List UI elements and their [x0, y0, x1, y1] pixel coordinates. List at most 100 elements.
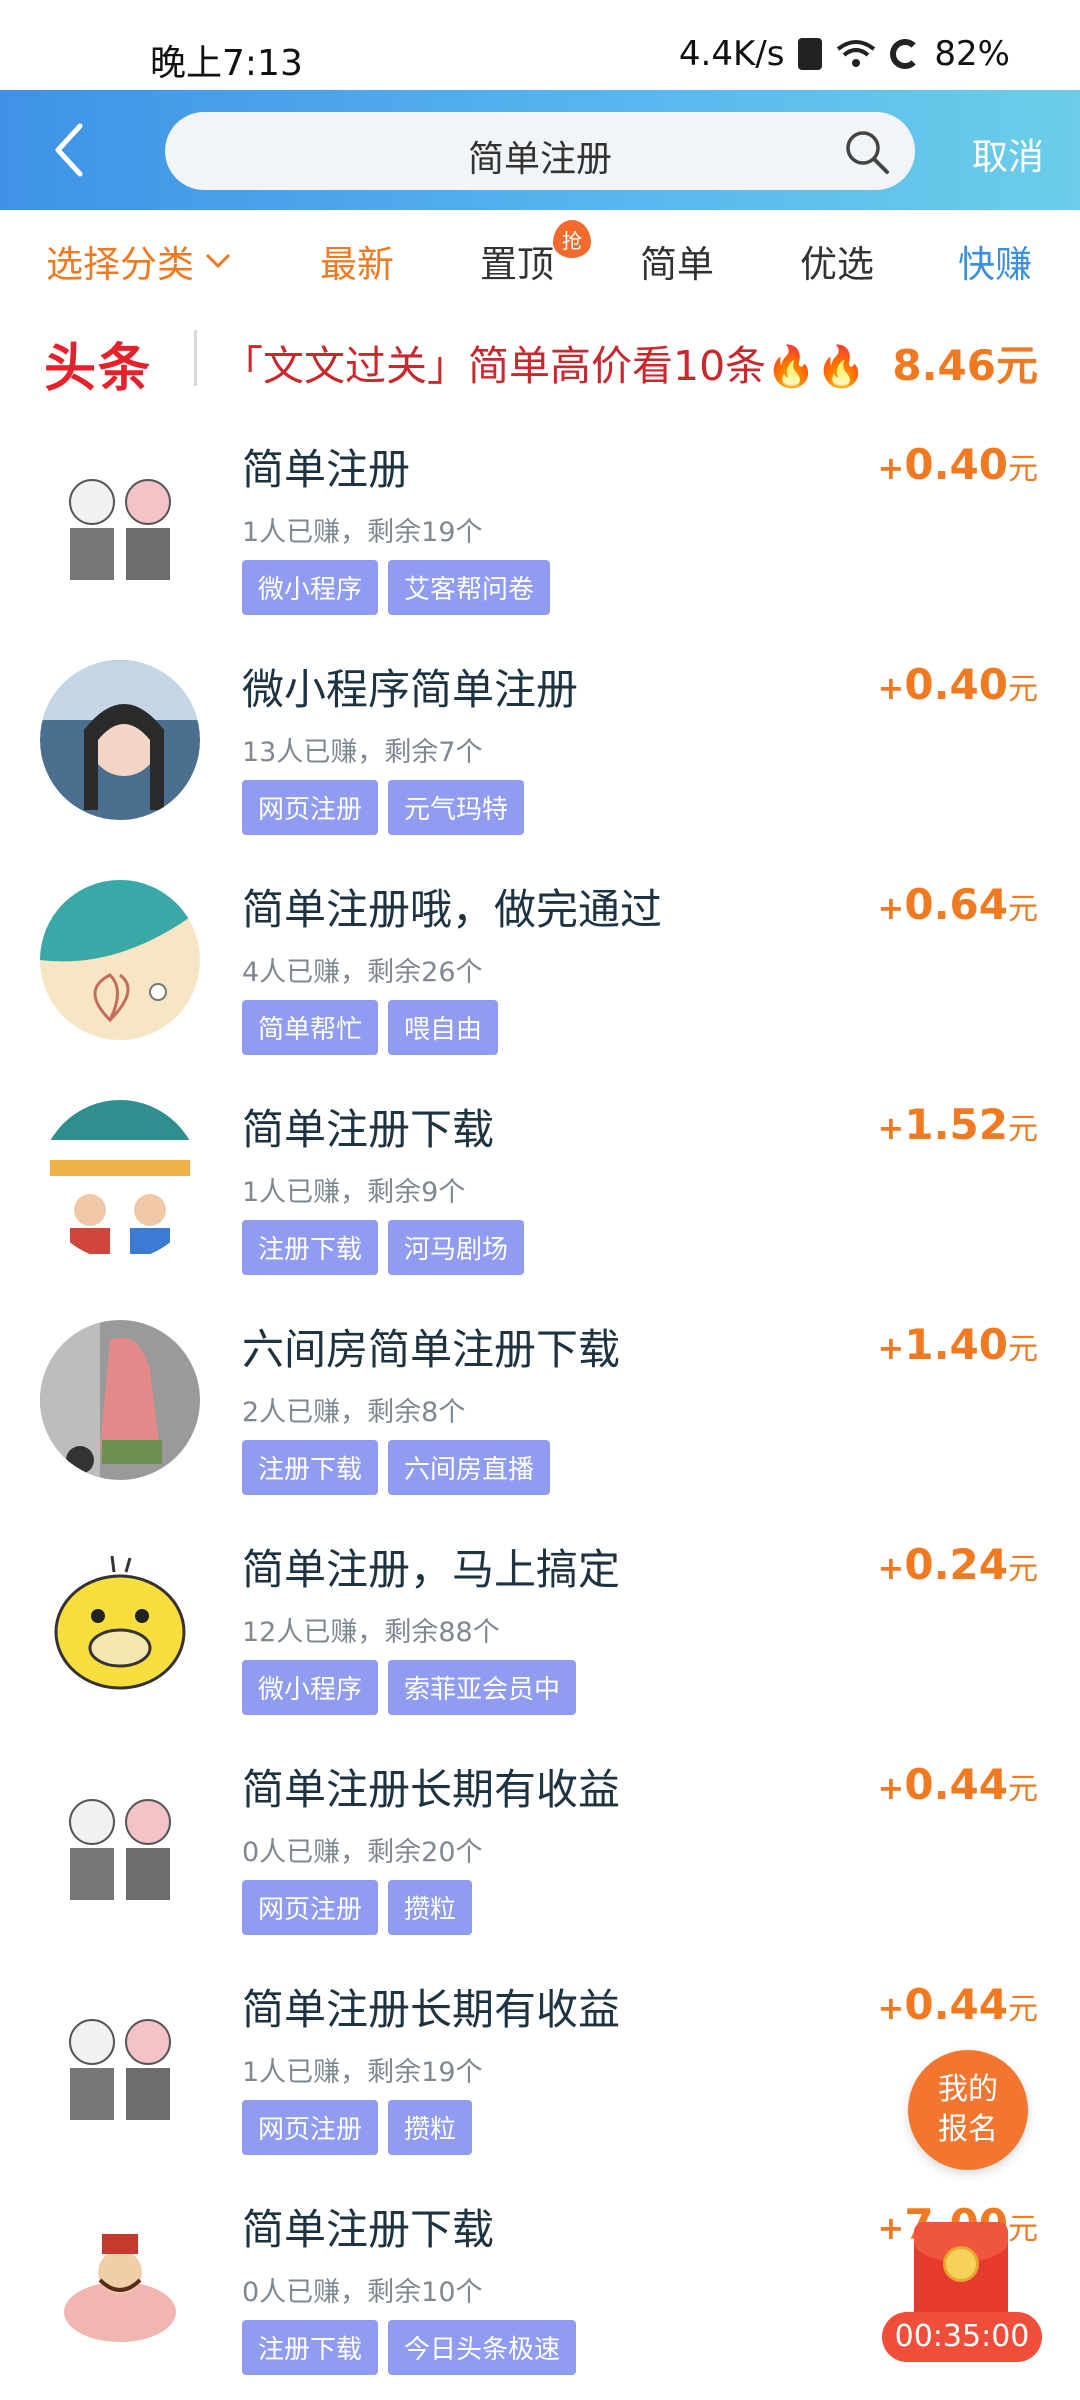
- task-tags: 简单帮忙 喂自由: [242, 1000, 499, 1055]
- search-input[interactable]: 简单注册: [165, 112, 915, 190]
- task-reward: +0.44元: [878, 1760, 1038, 1809]
- headline-text: 「文文过关」简单高价看10条🔥🔥: [222, 332, 866, 392]
- task-title: 六间房简单注册下载: [242, 1325, 621, 1374]
- fire-icon: 🔥: [815, 344, 866, 390]
- task-stats: 12人已赚，剩余88个: [242, 1617, 500, 1648]
- status-indicators: 4.4K/s 82%: [679, 34, 1010, 74]
- signup-label-line1: 我的: [938, 2072, 998, 2107]
- tag-merchant: 艾客帮问卷: [388, 560, 551, 615]
- price-value: 1.52: [904, 1100, 1008, 1149]
- price-value: 0.40: [904, 660, 1008, 709]
- chevron-left-icon: [55, 123, 83, 177]
- battery-ring-icon: [890, 39, 921, 69]
- price-prefix: +: [877, 1549, 905, 1587]
- price-unit: 元: [1008, 1332, 1038, 1367]
- headline-message: 「文文过关」简单高价看10条: [222, 342, 767, 390]
- avatar: [40, 1980, 200, 2140]
- tab-simple[interactable]: 简单: [640, 234, 714, 288]
- coin-icon: [943, 2246, 979, 2282]
- price-value: 0.40: [904, 440, 1008, 489]
- price-prefix: +: [877, 889, 905, 927]
- tag-type: 网页注册: [242, 780, 379, 835]
- task-item[interactable]: 六间房简单注册下载 2人已赚，剩余8个 注册下载 六间房直播 +1.40元: [0, 1300, 1080, 1520]
- task-tags: 微小程序 索菲亚会员中: [242, 1660, 577, 1715]
- task-tags: 网页注册 攒粒: [242, 2100, 473, 2155]
- price-unit: 元: [1008, 892, 1038, 927]
- price-unit: 元: [1008, 1772, 1038, 1807]
- tab-featured[interactable]: 优选: [800, 234, 874, 288]
- task-stats: 1人已赚，剩余19个: [242, 517, 483, 548]
- tag-merchant: 喂自由: [388, 1000, 499, 1055]
- task-tags: 注册下载 六间房直播: [242, 1440, 551, 1495]
- headline-price: 8.46元: [892, 341, 1038, 390]
- task-title: 简单注册: [242, 445, 411, 494]
- tag-merchant: 索菲亚会员中: [388, 1660, 577, 1715]
- my-signups-button[interactable]: 我的 报名: [908, 2050, 1028, 2170]
- task-item[interactable]: 简单注册，马上搞定 12人已赚，剩余88个 微小程序 索菲亚会员中 +0.24元: [0, 1520, 1080, 1740]
- tag-type: 微小程序: [242, 1660, 379, 1715]
- tag-merchant: 六间房直播: [388, 1440, 551, 1495]
- task-stats: 0人已赚，剩余20个: [242, 1837, 483, 1868]
- task-item[interactable]: 简单注册长期有收益 0人已赚，剩余20个 网页注册 攒粒 +0.44元: [0, 1740, 1080, 1960]
- task-stats: 2人已赚，剩余8个: [242, 1397, 466, 1428]
- price-prefix: +: [877, 1329, 905, 1367]
- task-reward: +1.40元: [878, 1320, 1038, 1369]
- task-tags: 网页注册 攒粒: [242, 1880, 473, 1935]
- task-title: 简单注册下载: [242, 2205, 495, 2254]
- task-stats: 4人已赚，剩余26个: [242, 957, 483, 988]
- task-reward: +0.44元: [878, 1980, 1038, 2029]
- tab-pinned[interactable]: 置顶: [480, 234, 554, 288]
- price-prefix: +: [877, 449, 905, 487]
- task-reward: +0.40元: [878, 440, 1038, 489]
- category-selector[interactable]: 选择分类: [46, 234, 232, 288]
- search-header: 简单注册 取消: [0, 90, 1080, 210]
- filter-tabs: 选择分类 最新 置顶 简单 优选 快赚: [0, 220, 1080, 300]
- task-tags: 微小程序 艾客帮问卷: [242, 560, 551, 615]
- price-unit: 元: [1008, 672, 1038, 707]
- price-unit: 元: [1008, 1112, 1038, 1147]
- back-button[interactable]: [38, 118, 102, 182]
- price-unit: 元: [1008, 1992, 1038, 2027]
- tag-type: 注册下载: [242, 1220, 379, 1275]
- task-item[interactable]: 简单注册下载 1人已赚，剩余9个 注册下载 河马剧场 +1.52元: [0, 1080, 1080, 1300]
- task-title: 简单注册，马上搞定: [242, 1545, 621, 1594]
- price-prefix: +: [877, 2209, 905, 2247]
- task-item[interactable]: 简单注册 1人已赚，剩余19个 微小程序 艾客帮问卷 +0.40元: [0, 420, 1080, 640]
- headline-banner[interactable]: 头条 「文文过关」简单高价看10条🔥🔥 8.46元: [0, 320, 1080, 400]
- avatar: [40, 2200, 200, 2360]
- search-query: 简单注册: [467, 139, 612, 180]
- tag-merchant: 河马剧场: [388, 1220, 525, 1275]
- task-tags: 注册下载 今日头条极速: [242, 2320, 577, 2375]
- avatar: [40, 1540, 200, 1700]
- tag-merchant: 今日头条极速: [388, 2320, 577, 2375]
- task-item[interactable]: 简单注册哦，做完通过 4人已赚，剩余26个 简单帮忙 喂自由 +0.64元: [0, 860, 1080, 1080]
- price-unit: 元: [1008, 1552, 1038, 1587]
- task-title: 简单注册长期有收益: [242, 1985, 621, 2034]
- price-value: 0.64: [904, 880, 1008, 929]
- price-value: 0.44: [904, 1980, 1008, 2029]
- avatar: [40, 1320, 200, 1480]
- price-prefix: +: [877, 669, 905, 707]
- task-title: 简单注册哦，做完通过: [242, 885, 663, 934]
- sim-icon: [798, 38, 823, 70]
- tag-type: 网页注册: [242, 2100, 379, 2155]
- task-item[interactable]: 微小程序简单注册 13人已赚，剩余7个 网页注册 元气玛特 +0.40元: [0, 640, 1080, 860]
- signup-label-line2: 报名: [938, 2112, 998, 2147]
- task-title: 简单注册下载: [242, 1105, 495, 1154]
- countdown-timer[interactable]: 00:35:00: [882, 2312, 1042, 2362]
- task-reward: +0.64元: [878, 880, 1038, 929]
- avatar: [40, 880, 200, 1040]
- category-label: 选择分类: [46, 243, 194, 286]
- grab-badge: 抢: [553, 220, 591, 258]
- task-tags: 网页注册 元气玛特: [242, 780, 525, 835]
- tab-latest[interactable]: 最新: [320, 234, 394, 288]
- cancel-button[interactable]: 取消: [972, 128, 1044, 180]
- tab-quick-earn[interactable]: 快赚: [958, 234, 1032, 288]
- wifi-icon: [837, 40, 876, 67]
- price-prefix: +: [877, 1989, 905, 2027]
- fire-icon: 🔥: [766, 344, 816, 390]
- task-stats: 1人已赚，剩余9个: [242, 1177, 466, 1208]
- search-icon[interactable]: [843, 128, 891, 176]
- status-bar: 晚上7:13 4.4K/s 82%: [0, 0, 1080, 90]
- price-value: 0.24: [904, 1540, 1008, 1589]
